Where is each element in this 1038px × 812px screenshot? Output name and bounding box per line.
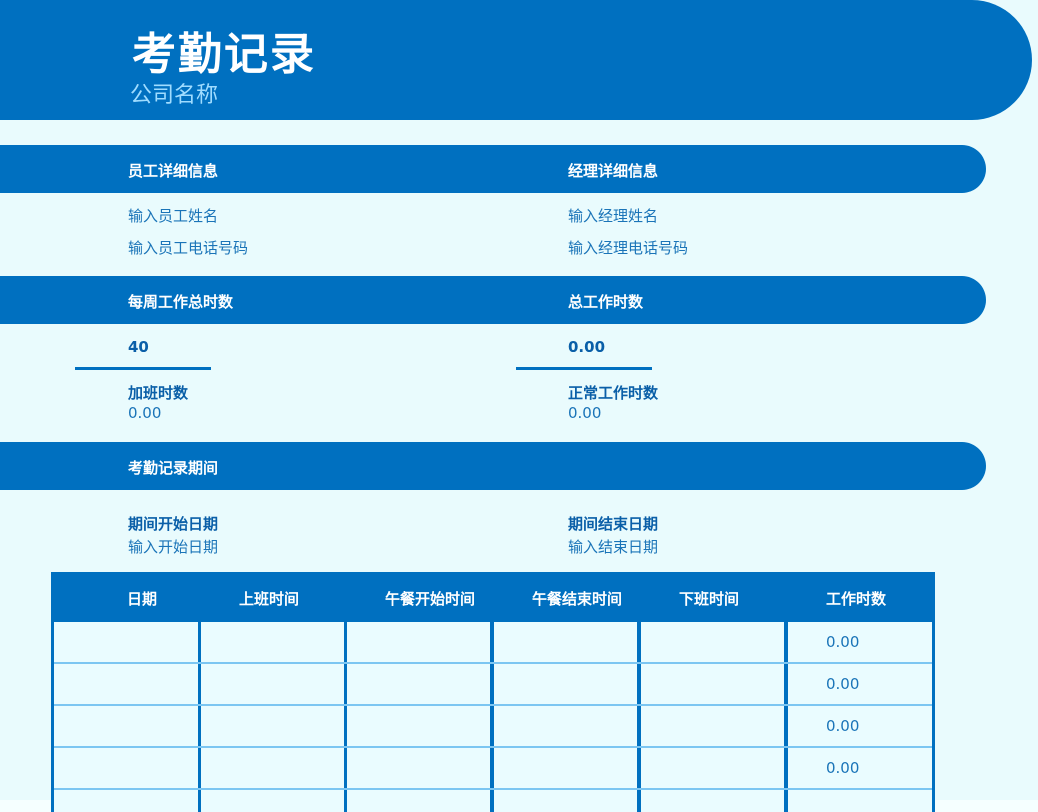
row-2-hours: 0.00 bbox=[826, 675, 860, 693]
row-4-hours: 0.00 bbox=[826, 759, 860, 777]
total-hours-value: 0.00 bbox=[568, 338, 606, 356]
row-1-hours: 0.00 bbox=[826, 633, 860, 651]
total-hours-underline bbox=[516, 367, 652, 370]
period-section-bar: 考勤记录期间 bbox=[0, 442, 986, 490]
column-header-hours: 工作时数 bbox=[826, 590, 887, 608]
column-header-date: 日期 bbox=[127, 590, 158, 608]
header-banner: 考勤记录 公司名称 bbox=[0, 0, 1032, 120]
table-header: 日期 上班时间 午餐开始时间 午餐结束时间 下班时间 工作时数 bbox=[51, 572, 935, 622]
details-section-bar: 员工详细信息 经理详细信息 bbox=[0, 145, 986, 193]
clock-out-column[interactable] bbox=[641, 622, 784, 812]
weekly-hours-underline bbox=[75, 367, 211, 370]
start-date-label: 期间开始日期 bbox=[128, 515, 219, 533]
lunch-end-column[interactable] bbox=[494, 622, 637, 812]
table-body: 0.00 0.00 0.00 0.00 bbox=[54, 622, 932, 812]
end-date-field[interactable]: 输入结束日期 bbox=[568, 536, 658, 557]
lunch-start-column[interactable] bbox=[347, 622, 490, 812]
column-header-lunch-start: 午餐开始时间 bbox=[385, 590, 476, 608]
weekly-hours-heading: 每周工作总时数 bbox=[128, 293, 234, 311]
column-header-clock-out: 下班时间 bbox=[679, 590, 740, 608]
hours-section-bar: 每周工作总时数 总工作时数 bbox=[0, 276, 986, 324]
row-divider bbox=[54, 788, 932, 790]
start-date-field[interactable]: 输入开始日期 bbox=[128, 536, 218, 557]
clock-in-column[interactable] bbox=[201, 622, 344, 812]
employee-details-heading: 员工详细信息 bbox=[128, 162, 219, 180]
overtime-value: 0.00 bbox=[128, 404, 162, 422]
hours-column bbox=[788, 622, 932, 812]
row-3-hours: 0.00 bbox=[826, 717, 860, 735]
row-divider bbox=[54, 704, 932, 706]
regular-hours-value: 0.00 bbox=[568, 404, 602, 422]
manager-phone-field[interactable]: 输入经理电话号码 bbox=[568, 237, 688, 258]
period-heading: 考勤记录期间 bbox=[128, 459, 219, 477]
overtime-label: 加班时数 bbox=[128, 384, 189, 402]
row-divider bbox=[54, 746, 932, 748]
date-column[interactable] bbox=[54, 622, 198, 812]
regular-hours-label: 正常工作时数 bbox=[568, 384, 659, 402]
page-title: 考勤记录 bbox=[132, 29, 316, 80]
total-hours-heading: 总工作时数 bbox=[568, 293, 644, 311]
employee-name-field[interactable]: 输入员工姓名 bbox=[128, 205, 218, 226]
column-header-clock-in: 上班时间 bbox=[239, 590, 300, 608]
end-date-label: 期间结束日期 bbox=[568, 515, 659, 533]
manager-name-field[interactable]: 输入经理姓名 bbox=[568, 205, 658, 226]
attendance-table: 日期 上班时间 午餐开始时间 午餐结束时间 下班时间 工作时数 0.00 0.0… bbox=[51, 572, 935, 812]
timesheet-page: 考勤记录 公司名称 员工详细信息 经理详细信息 输入员工姓名 输入员工电话号码 … bbox=[0, 0, 1038, 812]
column-header-lunch-end: 午餐结束时间 bbox=[532, 590, 623, 608]
row-divider bbox=[54, 662, 932, 664]
weekly-hours-value[interactable]: 40 bbox=[128, 338, 149, 356]
employee-phone-field[interactable]: 输入员工电话号码 bbox=[128, 237, 248, 258]
manager-details-heading: 经理详细信息 bbox=[568, 162, 659, 180]
company-name-field[interactable]: 公司名称 bbox=[130, 77, 218, 109]
